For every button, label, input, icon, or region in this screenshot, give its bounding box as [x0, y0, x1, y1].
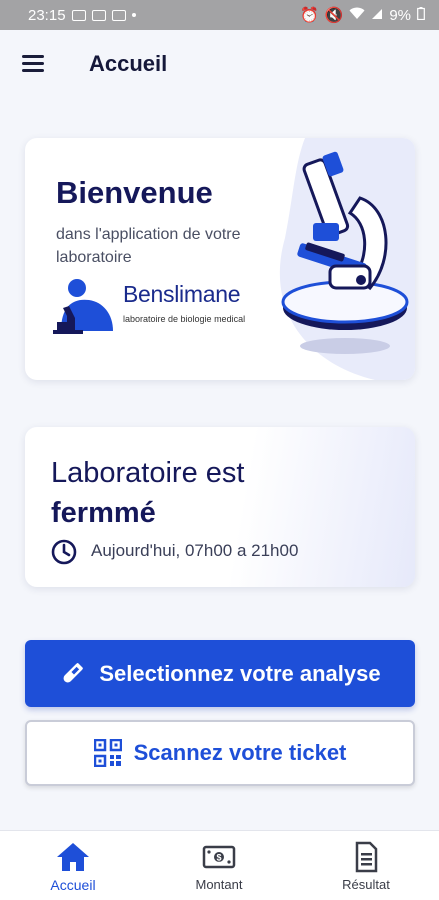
wifi-icon	[349, 7, 365, 24]
nav-label-montant: Montant	[195, 877, 243, 892]
svg-text:$: $	[216, 853, 221, 863]
scan-ticket-label: Scannez votre ticket	[133, 740, 347, 765]
lab-status-value: fermmé	[51, 497, 156, 529]
qr-code-icon	[93, 739, 122, 767]
money-icon: $	[202, 845, 236, 869]
page-title: Accueil	[89, 51, 168, 76]
lab-logo: Benslimane laboratoire de biologie medic…	[53, 276, 253, 336]
bottom-navigation: Accueil $ Montant Résultat	[0, 830, 439, 900]
signal-icon	[371, 7, 383, 24]
hamburger-menu-icon[interactable]	[22, 55, 44, 73]
clock-icon	[51, 539, 77, 565]
alarm-icon: ⏰	[299, 7, 319, 24]
mute-icon: 🔇	[324, 7, 344, 24]
more-notifications-icon	[131, 13, 136, 17]
battery-icon	[417, 6, 425, 24]
youtube-notification-icon-2	[111, 9, 126, 21]
select-analysis-button[interactable]: Selectionnez votre analyse	[25, 640, 415, 707]
nav-label-accueil: Accueil	[50, 877, 96, 893]
youtube-notification-icon	[91, 9, 106, 21]
status-bar: 23:15 ⏰ 🔇 9%	[0, 0, 439, 30]
nav-item-resultat[interactable]: Résultat	[293, 831, 439, 900]
battery-level: 9%	[389, 6, 411, 24]
nav-label-resultat: Résultat	[342, 877, 390, 892]
lab-status-line1: Laboratoire est	[51, 457, 245, 489]
app-bar: Accueil	[0, 30, 439, 100]
document-icon	[355, 841, 378, 873]
welcome-card: Bienvenue dans l'application de votre la…	[25, 138, 415, 380]
test-tube-icon	[63, 662, 84, 682]
nav-item-montant[interactable]: $ Montant	[146, 831, 292, 900]
lab-logo-tagline: laboratoire de biologie medical	[123, 314, 246, 324]
gallery-notification-icon	[71, 9, 86, 21]
microscope-illustration	[279, 138, 415, 380]
opening-hours: Aujourd'hui, 07h00 a 21h00	[91, 541, 299, 560]
select-analysis-label: Selectionnez votre analyse	[99, 660, 381, 686]
welcome-title: Bienvenue	[56, 175, 213, 210]
lab-logo-mark-icon	[53, 279, 113, 334]
lab-status-card: Laboratoire est fermmé Aujourd'hui, 07h0…	[25, 427, 415, 587]
nav-item-accueil[interactable]: Accueil	[0, 831, 146, 900]
status-time: 23:15	[28, 6, 66, 24]
home-icon	[57, 843, 89, 871]
lab-logo-name: Benslimane	[123, 281, 241, 307]
scan-ticket-button[interactable]: Scannez votre ticket	[25, 720, 415, 786]
welcome-subtitle: dans l'application de votre laboratoire	[56, 226, 241, 266]
